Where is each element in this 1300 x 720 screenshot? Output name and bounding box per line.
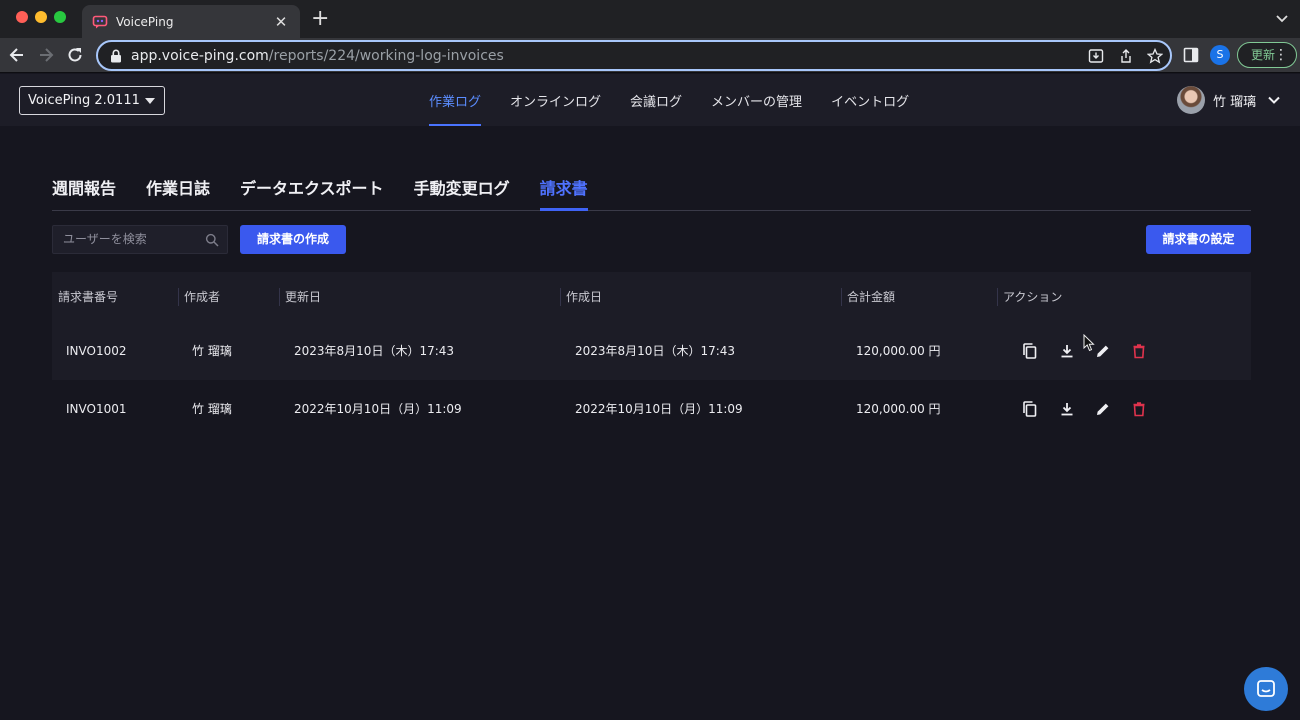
user-avatar	[1177, 86, 1205, 114]
invoice-author: 竹 瑠璃	[192, 344, 232, 358]
table-row[interactable]: INVO1002 竹 瑠璃 2023年8月10日（木）17:43 2023年8月…	[52, 322, 1251, 380]
voiceping-favicon-icon	[92, 15, 108, 28]
browser-titlebar: VoicePing ✕ +	[0, 0, 1300, 38]
invoice-number: INVO1001	[66, 402, 127, 416]
nav-event-log[interactable]: イベントログ	[831, 74, 909, 126]
invoice-total: 120,000.00 円	[856, 402, 941, 416]
column-created: 作成日	[566, 290, 603, 304]
tab-weekly-report[interactable]: 週間報告	[52, 164, 116, 210]
url-path: /reports/224/working-log-invoices	[268, 47, 504, 64]
delete-trash-icon[interactable]	[1130, 400, 1148, 418]
tab-search-chevron-icon[interactable]	[1274, 10, 1290, 26]
report-subtabs: 週間報告 作業日誌 データエクスポート 手動変更ログ 請求書	[52, 164, 1251, 211]
invoice-created: 2022年10月10日（月）11:09	[575, 402, 743, 416]
workspace-select[interactable]: VoicePing 2.0111	[19, 86, 165, 115]
update-label: 更新	[1251, 48, 1276, 62]
url-host: app.voice-ping.com	[131, 47, 269, 64]
tab-manual-change-log[interactable]: 手動変更ログ	[414, 164, 510, 210]
invoice-updated: 2023年8月10日（木）17:43	[294, 344, 455, 358]
caret-down-icon	[145, 98, 155, 104]
invoice-author: 竹 瑠璃	[192, 402, 232, 416]
user-name: 竹 瑠璃	[1213, 94, 1257, 110]
edit-pencil-icon[interactable]	[1094, 400, 1112, 418]
delete-trash-icon[interactable]	[1130, 342, 1148, 360]
browser-toolbar: app.voice-ping.com/reports/224/working-l…	[0, 38, 1300, 73]
invoice-number: INVO1002	[66, 344, 127, 358]
column-actions: アクション	[1003, 290, 1063, 304]
table-header: 請求書番号 作成者 更新日 作成日 合計金額 アクション	[52, 272, 1251, 322]
download-icon[interactable]	[1058, 400, 1076, 418]
tab-close-icon[interactable]: ✕	[272, 13, 290, 31]
side-panel-icon[interactable]	[1183, 47, 1199, 63]
invoice-total: 120,000.00 円	[856, 344, 941, 358]
invoice-settings-button[interactable]: 請求書の設定	[1146, 225, 1251, 254]
tab-work-journal[interactable]: 作業日誌	[146, 164, 210, 210]
column-total: 合計金額	[847, 290, 896, 304]
user-menu[interactable]: 竹 瑠璃	[1177, 86, 1281, 114]
copy-icon[interactable]	[1021, 400, 1039, 418]
download-icon[interactable]	[1058, 342, 1076, 360]
mouse-cursor-icon	[1083, 334, 1095, 352]
user-search-input[interactable]: ユーザーを検索	[52, 225, 228, 254]
support-chat-button[interactable]	[1244, 667, 1288, 711]
column-author: 作成者	[184, 290, 221, 304]
profile-avatar[interactable]: S	[1210, 45, 1230, 65]
invoice-created: 2023年8月10日（木）17:43	[575, 344, 736, 358]
search-icon	[205, 233, 219, 247]
window-close-button[interactable]	[16, 11, 28, 23]
lock-icon	[111, 49, 121, 62]
bookmark-star-icon[interactable]	[1147, 48, 1163, 64]
copy-icon[interactable]	[1021, 342, 1039, 360]
chevron-down-icon	[1268, 96, 1280, 104]
edit-pencil-icon[interactable]	[1094, 342, 1112, 360]
address-bar[interactable]: app.voice-ping.com/reports/224/working-l…	[96, 40, 1172, 71]
forward-arrow-icon[interactable]	[36, 45, 56, 65]
column-invoice-number: 請求書番号	[58, 290, 119, 304]
table-row[interactable]: INVO1001 竹 瑠璃 2022年10月10日（月）11:09 2022年1…	[52, 380, 1251, 438]
tab-title: VoicePing	[116, 14, 174, 29]
workspace-name: VoicePing 2.0111	[28, 93, 140, 108]
invoice-table: 請求書番号 作成者 更新日 作成日 合計金額 アクション INVO1002 竹 …	[52, 272, 1251, 438]
reload-icon[interactable]	[65, 45, 85, 65]
app-header: VoicePing 2.0111 作業ログ オンラインログ 会議ログ メンバーの…	[0, 74, 1300, 126]
kebab-menu-icon[interactable]: ⋮	[1274, 43, 1288, 67]
search-placeholder: ユーザーを検索	[63, 232, 147, 246]
chat-icon	[1257, 680, 1275, 697]
back-arrow-icon[interactable]	[7, 45, 27, 65]
install-app-icon[interactable]	[1088, 48, 1104, 64]
column-updated: 更新日	[285, 290, 322, 304]
tab-invoices[interactable]: 請求書	[539, 164, 588, 211]
window-minimize-button[interactable]	[35, 11, 47, 23]
nav-working-log[interactable]: 作業ログ	[429, 74, 482, 126]
invoice-updated: 2022年10月10日（月）11:09	[294, 402, 462, 416]
tab-data-export[interactable]: データエクスポート	[240, 164, 384, 210]
browser-tab[interactable]: VoicePing ✕	[82, 5, 300, 38]
update-button[interactable]: 更新 ⋮	[1237, 42, 1297, 68]
nav-member-management[interactable]: メンバーの管理	[711, 74, 802, 126]
share-icon[interactable]	[1118, 48, 1134, 64]
nav-online-log[interactable]: オンラインログ	[510, 74, 601, 126]
new-tab-icon[interactable]: +	[311, 6, 329, 32]
create-invoice-button[interactable]: 請求書の作成	[240, 225, 346, 254]
nav-meeting-log[interactable]: 会議ログ	[630, 74, 682, 126]
window-zoom-button[interactable]	[54, 11, 66, 23]
top-navigation: 作業ログ オンラインログ 会議ログ メンバーの管理 イベントログ	[429, 74, 938, 126]
